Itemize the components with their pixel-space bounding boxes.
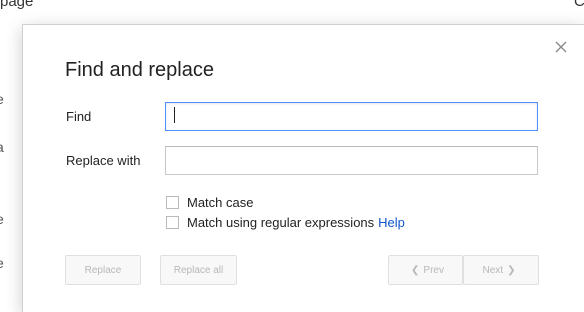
match-case-checkbox[interactable] — [166, 196, 179, 209]
replace-input[interactable] — [165, 146, 538, 175]
prev-button-label: Prev — [423, 264, 444, 276]
replace-label: Replace with — [66, 153, 141, 168]
close-icon — [555, 41, 567, 53]
next-button[interactable]: Next ❯ — [463, 255, 539, 285]
background-page-text: page — [0, 0, 34, 10]
background-edge-text: a — [0, 140, 4, 154]
background-edge-text: e — [0, 212, 4, 226]
find-input[interactable] — [165, 102, 538, 131]
close-button[interactable] — [555, 41, 571, 57]
next-button-label: Next — [482, 264, 504, 276]
background-edge-text: e — [0, 92, 4, 106]
help-link[interactable]: Help — [378, 215, 405, 230]
find-replace-dialog: Find and replace Find Replace with Match… — [22, 24, 584, 312]
find-label: Find — [66, 109, 92, 124]
dialog-title: Find and replace — [65, 59, 214, 81]
prev-button[interactable]: ❮ Prev — [388, 255, 463, 285]
regex-option: Match using regular expressions Help — [166, 215, 405, 230]
text-caret — [174, 107, 175, 123]
background-edge-text: e — [0, 256, 4, 270]
chevron-right-icon: ❯ — [507, 264, 516, 276]
match-case-option: Match case — [166, 195, 253, 210]
replace-all-button[interactable]: Replace all — [160, 255, 237, 285]
replace-button[interactable]: Replace — [65, 255, 141, 285]
chevron-left-icon: ❮ — [411, 264, 420, 276]
regex-label[interactable]: Match using regular expressions — [187, 215, 374, 230]
background-page-text-right: C — [574, 0, 584, 10]
match-case-label[interactable]: Match case — [187, 195, 253, 210]
regex-checkbox[interactable] — [166, 216, 179, 229]
